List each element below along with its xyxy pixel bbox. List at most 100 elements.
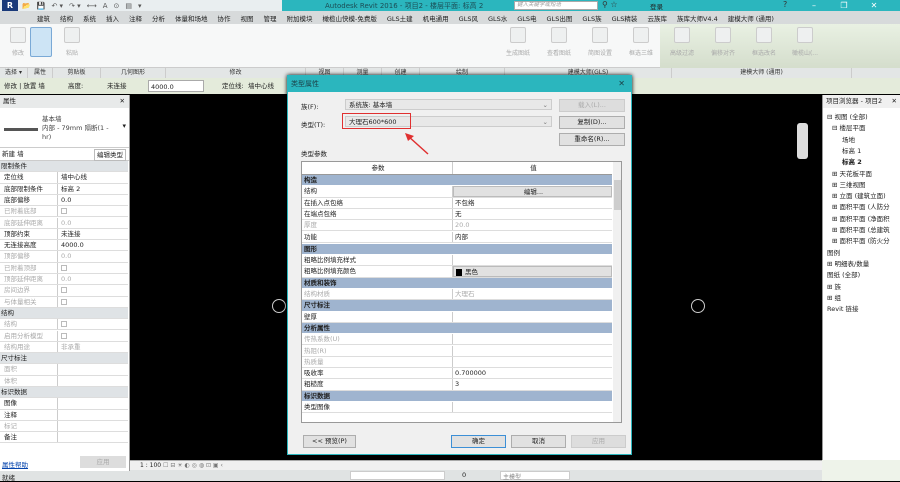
parameter-value[interactable]: 0.700000 xyxy=(453,368,612,378)
browser-tree-item[interactable]: ⊟ 楼层平面 xyxy=(832,122,866,132)
ribbon-button[interactable]: 橄榄山(... xyxy=(787,27,823,57)
ribbon-tab[interactable]: 建筑 xyxy=(32,13,55,23)
parameter-value[interactable] xyxy=(453,312,612,322)
property-value[interactable]: 0.0 xyxy=(58,274,128,284)
parameter-value[interactable] xyxy=(453,357,612,367)
parameter-value[interactable] xyxy=(453,334,612,344)
instance-filter-dropdown[interactable]: 新建 墙 xyxy=(2,150,24,158)
edit-type-button[interactable]: 编辑类型 xyxy=(94,149,126,161)
property-value[interactable]: 未连接 xyxy=(58,229,128,239)
parameter-value[interactable]: 无 xyxy=(453,209,612,219)
ribbon-tab[interactable]: 橄榄山快模-免费版 xyxy=(318,13,382,23)
property-value[interactable] xyxy=(58,398,128,408)
browser-tree-item[interactable]: ⊟ 视图 (全部) xyxy=(827,111,868,121)
ribbon-tab[interactable]: 协作 xyxy=(213,13,236,23)
close-icon[interactable]: ✕ xyxy=(618,76,625,92)
browser-tree-item[interactable]: ⊞ 面积平面 (总建筑 xyxy=(832,224,890,234)
ribbon-tab[interactable]: 建模大师 (通用) xyxy=(723,13,779,23)
ribbon-button[interactable]: 框选三维 xyxy=(623,27,659,57)
ribbon-tab[interactable]: 分析 xyxy=(147,13,170,23)
property-section[interactable]: 尺寸标注 xyxy=(0,353,128,365)
ribbon-tab[interactable]: GLS风 xyxy=(454,13,483,23)
ribbon-tab[interactable]: GLS土建 xyxy=(382,13,418,23)
browser-tree-item[interactable]: ⊞ 天花板平面 xyxy=(832,168,872,178)
browser-tree-item[interactable]: ⊞ 面积平面 (净面积 xyxy=(832,213,890,223)
parameter-value[interactable]: 不包络 xyxy=(453,198,612,208)
navigation-bar[interactable] xyxy=(797,123,808,159)
apply-button[interactable]: 应用 xyxy=(571,435,626,448)
ribbon-tab[interactable]: 族库大师V4.4 xyxy=(672,13,723,23)
property-value[interactable] xyxy=(58,410,128,420)
property-value[interactable]: 4000.0 xyxy=(58,240,128,250)
property-value[interactable] xyxy=(58,331,128,341)
height-input[interactable]: 4000.0 xyxy=(148,80,204,92)
browser-tree-item[interactable]: ⊞ 面积平面 (人防分 xyxy=(832,201,890,211)
ribbon-tab[interactable]: 注释 xyxy=(124,13,147,23)
cancel-button[interactable]: 取消 xyxy=(511,435,566,448)
browser-tree-item[interactable]: 图例 xyxy=(827,247,840,257)
checkbox[interactable] xyxy=(61,208,67,215)
type-selector[interactable]: 基本墙 内部 - 79mm 隔断(1 - hr) ▾ xyxy=(0,108,129,148)
ribbon-tab[interactable]: 插入 xyxy=(101,13,124,23)
parameter-value[interactable]: 内部 xyxy=(453,232,612,242)
close-button[interactable]: ✕ xyxy=(860,0,888,11)
checkbox[interactable] xyxy=(61,321,67,328)
parameter-value[interactable]: 3 xyxy=(453,379,612,389)
properties-help-link[interactable]: 属性帮助 xyxy=(2,459,28,469)
location-line-dropdown[interactable]: 墙中心线 xyxy=(248,80,274,92)
ribbon-button[interactable]: 高级过滤 xyxy=(664,27,700,57)
property-value[interactable]: 0.0 xyxy=(58,218,128,228)
property-value[interactable]: 标高 2 xyxy=(58,184,128,194)
property-section[interactable]: 结构 xyxy=(0,307,128,320)
checkbox[interactable] xyxy=(61,264,67,271)
properties-button[interactable] xyxy=(28,27,54,62)
ribbon-tab[interactable]: GLS精装 xyxy=(607,13,643,23)
family-dropdown[interactable]: 系统族: 基本墙 ⌄ xyxy=(345,99,552,110)
ribbon-tab[interactable]: GLS电 xyxy=(512,13,541,23)
property-value[interactable] xyxy=(58,206,128,216)
login-button[interactable]: 登录 xyxy=(650,1,663,11)
rename-button[interactable]: 重命名(R)... xyxy=(559,133,625,146)
browser-tree-item[interactable]: ⊞ 明细表/数量 xyxy=(827,258,869,268)
browser-tree-item[interactable]: ⊞ 立面 (建筑立面) xyxy=(832,190,886,200)
browser-tree-item[interactable]: ⊞ 面积平面 (防火分 xyxy=(832,235,890,245)
browser-tree-item[interactable]: ⊞ 三维视图 xyxy=(832,179,866,189)
ribbon-button[interactable]: 框选改名 xyxy=(746,27,782,57)
height-dropdown[interactable]: 未连接 xyxy=(107,80,127,92)
ribbon-button[interactable]: 查看图纸 xyxy=(541,27,577,57)
parameter-value[interactable] xyxy=(453,346,612,356)
ribbon-tab[interactable]: GLS水 xyxy=(483,13,512,23)
parameter-group[interactable]: 分析属性 xyxy=(302,322,612,335)
duplicate-button[interactable]: 复制(D)... xyxy=(559,116,625,129)
parameter-value[interactable] xyxy=(453,255,612,265)
property-section[interactable]: 限制条件 xyxy=(0,161,128,173)
checkbox[interactable] xyxy=(61,298,67,305)
property-section[interactable]: 标识数据 xyxy=(0,387,128,399)
parameter-value-button[interactable]: 编辑... xyxy=(453,186,612,197)
workset-dropdown[interactable] xyxy=(350,471,445,480)
property-value[interactable] xyxy=(58,297,128,307)
minimize-button[interactable]: – xyxy=(800,0,828,11)
ribbon-tab[interactable]: 结构 xyxy=(55,13,78,23)
checkbox[interactable] xyxy=(61,287,67,294)
parameter-group[interactable]: 图形 xyxy=(302,243,612,256)
property-value[interactable]: 0.0 xyxy=(58,195,128,205)
property-value[interactable] xyxy=(58,319,128,329)
help-icon[interactable]: ? xyxy=(783,0,787,9)
scrollbar[interactable] xyxy=(613,162,621,422)
paste-button[interactable]: 粘贴 xyxy=(54,27,90,57)
apply-button[interactable]: 应用 xyxy=(80,456,126,468)
binoculars-icon[interactable]: ⚲ ☆ xyxy=(602,0,618,9)
view-scale[interactable]: 1 : 100 xyxy=(130,462,161,469)
property-value[interactable]: 非承重 xyxy=(58,342,128,352)
preview-button[interactable]: << 预览(P) xyxy=(303,435,356,448)
restore-button[interactable]: ❐ xyxy=(830,0,858,11)
ribbon-button[interactable]: 简图设置 xyxy=(582,27,618,57)
ribbon-tab[interactable]: 视图 xyxy=(236,13,259,23)
browser-tree-item[interactable]: ⊞ 组 xyxy=(827,292,841,302)
property-value[interactable]: 墙中心线 xyxy=(58,172,128,182)
ribbon-tab[interactable]: 管理 xyxy=(259,13,282,23)
property-value[interactable] xyxy=(58,432,128,442)
property-value[interactable] xyxy=(58,421,128,431)
ribbon-tab[interactable]: 体量和场地 xyxy=(170,13,213,23)
